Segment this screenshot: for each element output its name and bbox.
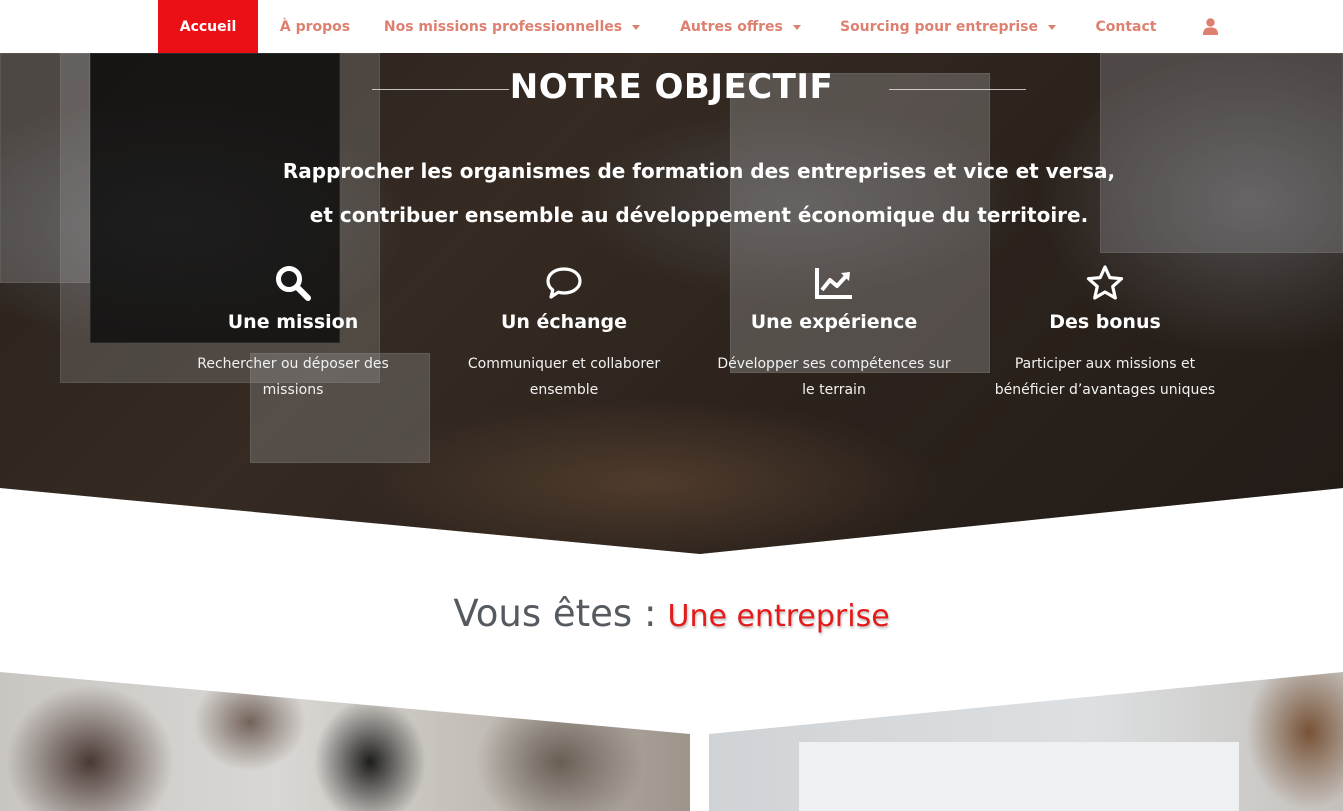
- team-photo-left: [0, 672, 690, 811]
- feature-text: Rechercher ou déposer des missions: [197, 356, 389, 398]
- feature-title: Un échange: [500, 311, 628, 333]
- hero-description-line-2: et contribuer ensemble au développement …: [309, 203, 1089, 227]
- nav-item-missions[interactable]: Nos missions professionnelles: [378, 0, 646, 53]
- star-icon: [1085, 263, 1125, 303]
- nav-item-label: À propos: [279, 18, 351, 35]
- hero-description-line-1: Rapprocher les organismes de formation d…: [282, 159, 1116, 183]
- feature-text: Participer aux missions et bénéficier d’…: [994, 356, 1216, 398]
- chevron-down-icon: [1048, 24, 1057, 30]
- feature-title: Une mission: [227, 311, 359, 333]
- nav-item-label: Contact: [1095, 18, 1157, 35]
- feature-title: Une expérience: [750, 311, 918, 333]
- account-button[interactable]: [1190, 0, 1230, 53]
- audience-prefix: Vous êtes :: [453, 592, 657, 635]
- feature-echange: Un échange Communiquer et collaborer ens…: [439, 263, 689, 403]
- feature-text: Développer ses compétences sur le terrai…: [717, 356, 951, 398]
- nav-item-label: Accueil: [179, 18, 237, 35]
- audience-heading: Vous êtes : Une entreprise: [0, 592, 1343, 635]
- team-photo-right: [709, 672, 1343, 811]
- hero-section: NOTRE OBJECTIF Rapprocher les organismes…: [0, 53, 1343, 554]
- feature-mission: Une mission Rechercher ou déposer des mi…: [168, 263, 418, 403]
- audience-choice[interactable]: Une entreprise: [668, 599, 890, 634]
- monitor-screen: [799, 742, 1239, 811]
- feature-title: Des bonus: [1049, 311, 1161, 333]
- chevron-down-icon: [792, 24, 801, 30]
- nav-item-a-propos[interactable]: À propos: [270, 0, 360, 53]
- hero-title: NOTRE OBJECTIF: [509, 67, 834, 107]
- search-icon: [273, 263, 313, 303]
- chart-line-icon: [814, 263, 854, 303]
- user-icon: [1202, 18, 1218, 35]
- nav-item-sourcing[interactable]: Sourcing pour entreprise: [832, 0, 1064, 53]
- nav-item-label: Sourcing pour entreprise: [839, 18, 1039, 35]
- chevron-down-icon: [632, 24, 641, 30]
- nav-item-accueil[interactable]: Accueil: [158, 0, 258, 53]
- nav-item-label: Nos missions professionnelles: [383, 18, 623, 35]
- nav-item-contact[interactable]: Contact: [1084, 0, 1168, 53]
- chat-bubble-icon: [544, 263, 584, 303]
- nav-item-autres-offres[interactable]: Autres offres: [668, 0, 813, 53]
- nav-item-label: Autres offres: [680, 18, 783, 35]
- feature-bonus: Des bonus Participer aux missions et bén…: [980, 263, 1230, 403]
- main-nav: Accueil À propos Nos missions profession…: [0, 0, 1343, 53]
- feature-text: Communiquer et collaborer ensemble: [467, 356, 661, 398]
- feature-experience: Une expérience Développer ses compétence…: [709, 263, 959, 403]
